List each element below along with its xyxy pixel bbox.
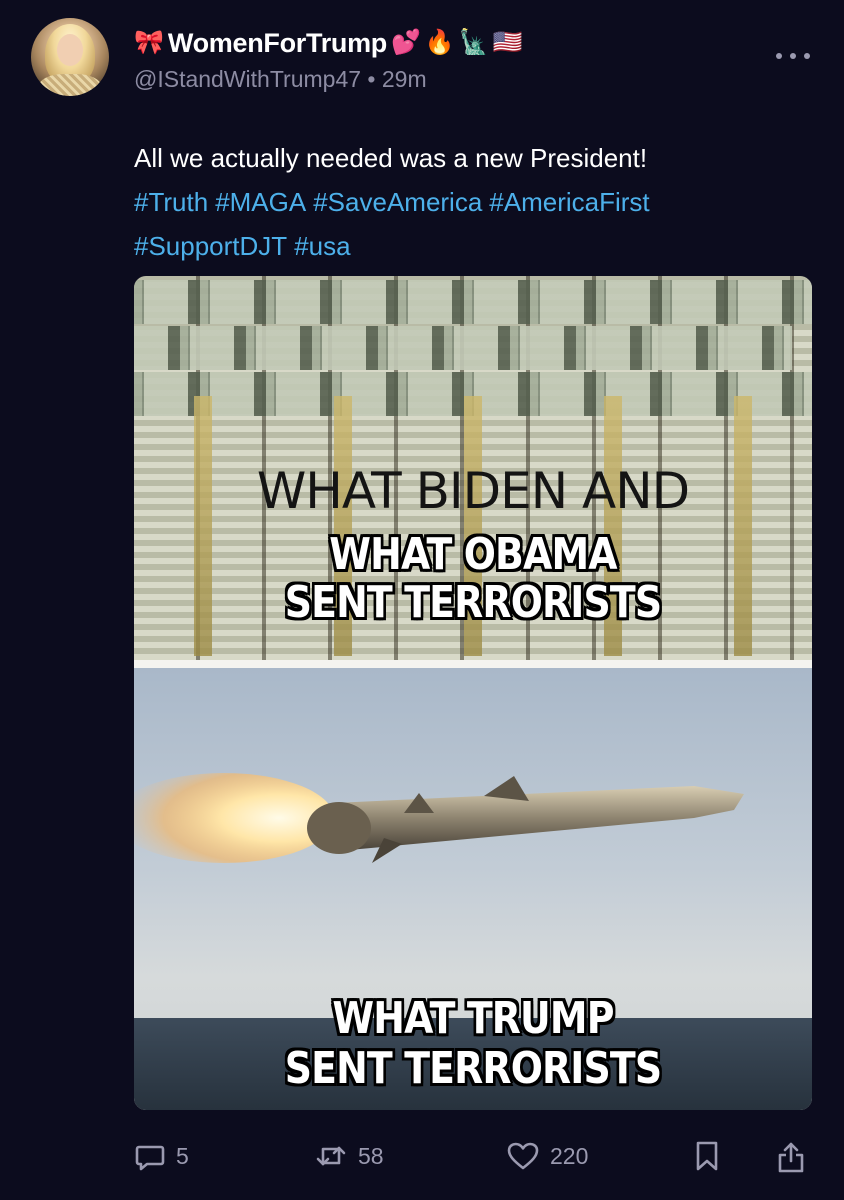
more-dot [790,53,796,59]
post-body: All we actually needed was a new Preside… [134,136,814,268]
author-meta-row: @IStandWithTrump47 • 29m [134,66,427,93]
meme-top-caption-1: WHAT BIDEN AND [256,462,690,520]
hashtag-link[interactable]: #MAGA [215,187,306,217]
hashtag-link[interactable]: #Truth [134,187,208,217]
more-dot [776,53,782,59]
hashtag-link[interactable]: #SupportDJT [134,231,287,261]
share-icon [778,1142,804,1173]
ribbon-emoji: 🎀 [134,29,164,56]
reply-count: 5 [176,1142,189,1169]
meme-divider [134,660,812,668]
statue-of-liberty-emoji: 🗽 [458,29,489,56]
author-handle[interactable]: @IStandWithTrump47 [134,66,361,92]
hearts-emoji: 💕 [391,29,421,56]
bill-row [134,280,812,324]
more-dot [804,53,810,59]
hashtag-link[interactable]: #SaveAmerica [313,187,482,217]
hashtag-link[interactable]: #usa [294,231,350,261]
bookmark-button[interactable] [694,1140,720,1172]
share-button[interactable] [776,1140,806,1174]
action-bar: 5 58 220 [134,1140,812,1184]
meme-top-caption-2: WHAT OBAMA [329,529,617,580]
bookmark-icon [696,1141,718,1171]
post-timestamp[interactable]: 29m [382,66,427,92]
bill-row [134,326,792,370]
post-text: All we actually needed was a new Preside… [134,143,648,173]
heart-icon [507,1142,539,1170]
avatar[interactable] [31,18,109,96]
author-display-name[interactable]: WomenForTrump [168,28,387,59]
avatar-face [57,34,83,66]
post-image[interactable]: WHAT BIDEN AND WHAT OBAMA SENT TERRORIST… [134,276,812,1110]
reply-icon [135,1145,165,1171]
exhaust-flame [134,773,334,863]
like-button[interactable]: 220 [506,1140,588,1172]
fire-emoji: 🔥 [424,29,455,56]
like-count: 220 [550,1142,589,1169]
hashtag-line-1: #Truth #MAGA #SaveAmerica #AmericaFirst [134,180,814,224]
repost-icon [316,1146,346,1166]
more-dots-icon[interactable] [776,46,810,66]
avatar-dress [39,74,101,96]
reply-button[interactable]: 5 [134,1140,189,1172]
hashtag-link[interactable]: #AmericaFirst [489,187,649,217]
meme-bottom-caption-1: WHAT TRUMP [332,993,614,1044]
meme-bottom-caption-2: SENT TERRORISTS [284,1043,662,1094]
repost-button[interactable]: 58 [314,1140,384,1172]
author-name-row[interactable]: 🎀 WomenForTrump 💕 🔥 🗽 🇺🇸 [134,26,523,60]
hashtag-line-2: #SupportDJT #usa [134,224,814,268]
meme-top-caption-3: SENT TERRORISTS [284,577,662,628]
missile-engine [307,802,371,854]
meta-separator: • [367,66,376,92]
post-card: 🎀 WomenForTrump 💕 🔥 🗽 🇺🇸 @IStandWithTrum… [0,0,844,1200]
missile-body [314,786,744,850]
us-flag-emoji: 🇺🇸 [492,29,523,56]
repost-count: 58 [358,1142,384,1169]
